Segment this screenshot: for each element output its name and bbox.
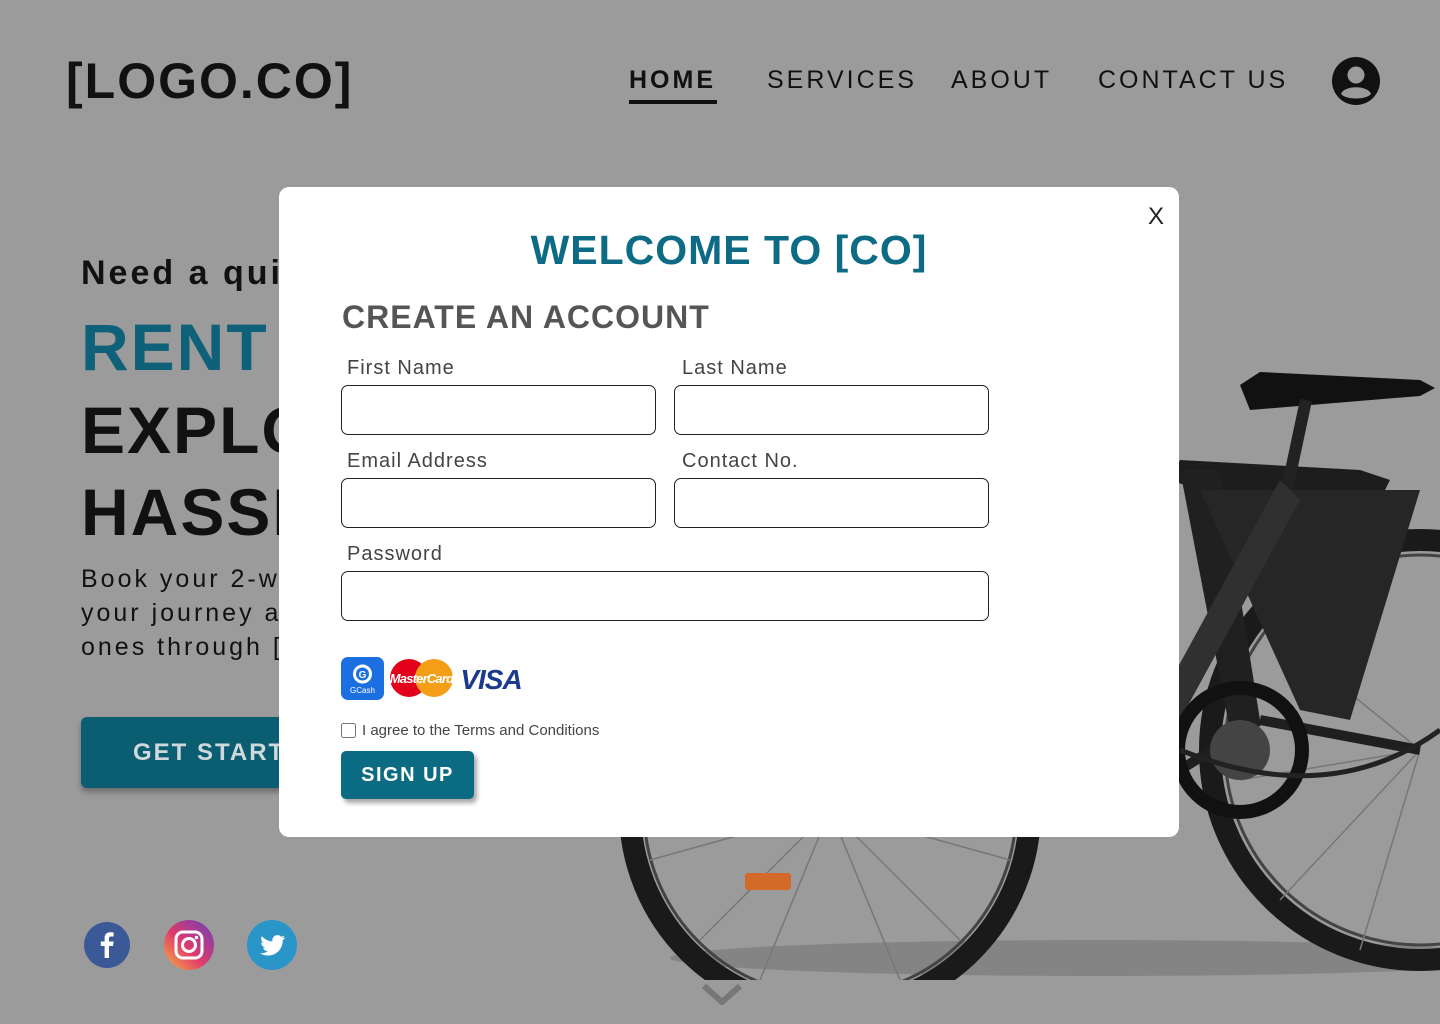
main-nav: HOME SERVICES ABOUT CONTACT US	[0, 66, 1440, 106]
gcash-logo: G GCash	[341, 657, 384, 700]
password-field[interactable]	[341, 571, 989, 621]
gcash-label: GCash	[350, 686, 375, 695]
terms-checkbox[interactable]	[341, 722, 356, 738]
last-name-label: Last Name	[682, 357, 788, 379]
svg-text:MasterCard: MasterCard	[390, 671, 455, 686]
svg-text:G: G	[359, 670, 367, 681]
password-label: Password	[347, 543, 443, 565]
last-name-field[interactable]	[674, 385, 989, 435]
facebook-icon[interactable]	[82, 920, 132, 970]
nav-services[interactable]: SERVICES	[767, 66, 917, 95]
nav-home[interactable]: HOME	[629, 66, 716, 95]
modal-subtitle: CREATE AN ACCOUNT	[342, 299, 710, 335]
hero-kicker: Need a qui	[81, 254, 283, 292]
first-name-field[interactable]	[341, 385, 656, 435]
mastercard-logo: MasterCard	[390, 659, 456, 697]
user-circle-icon[interactable]	[1330, 55, 1382, 107]
instagram-icon[interactable]	[164, 920, 214, 970]
first-name-label: First Name	[347, 357, 455, 379]
svg-text:VISA: VISA	[460, 664, 521, 695]
nav-contact-us[interactable]: CONTACT US	[1098, 66, 1288, 95]
signup-modal: X WELCOME TO [CO] CREATE AN ACCOUNT Firs…	[279, 187, 1179, 837]
nav-active-underline	[629, 100, 717, 104]
twitter-icon[interactable]	[247, 920, 297, 970]
modal-title: WELCOME TO [CO]	[530, 227, 928, 273]
chevron-down-icon[interactable]	[700, 980, 744, 1008]
contact-label: Contact No.	[682, 450, 799, 472]
payment-methods: G GCash MasterCard VISA	[341, 657, 541, 701]
email-label: Email Address	[347, 450, 488, 472]
visa-logo: VISA	[460, 664, 522, 695]
email-field[interactable]	[341, 478, 656, 528]
sign-up-button[interactable]: SIGN UP	[341, 751, 474, 799]
terms-row[interactable]: I agree to the Terms and Conditions	[341, 721, 599, 739]
nav-about[interactable]: ABOUT	[951, 66, 1052, 95]
contact-field[interactable]	[674, 478, 989, 528]
terms-label: I agree to the Terms and Conditions	[362, 721, 600, 739]
